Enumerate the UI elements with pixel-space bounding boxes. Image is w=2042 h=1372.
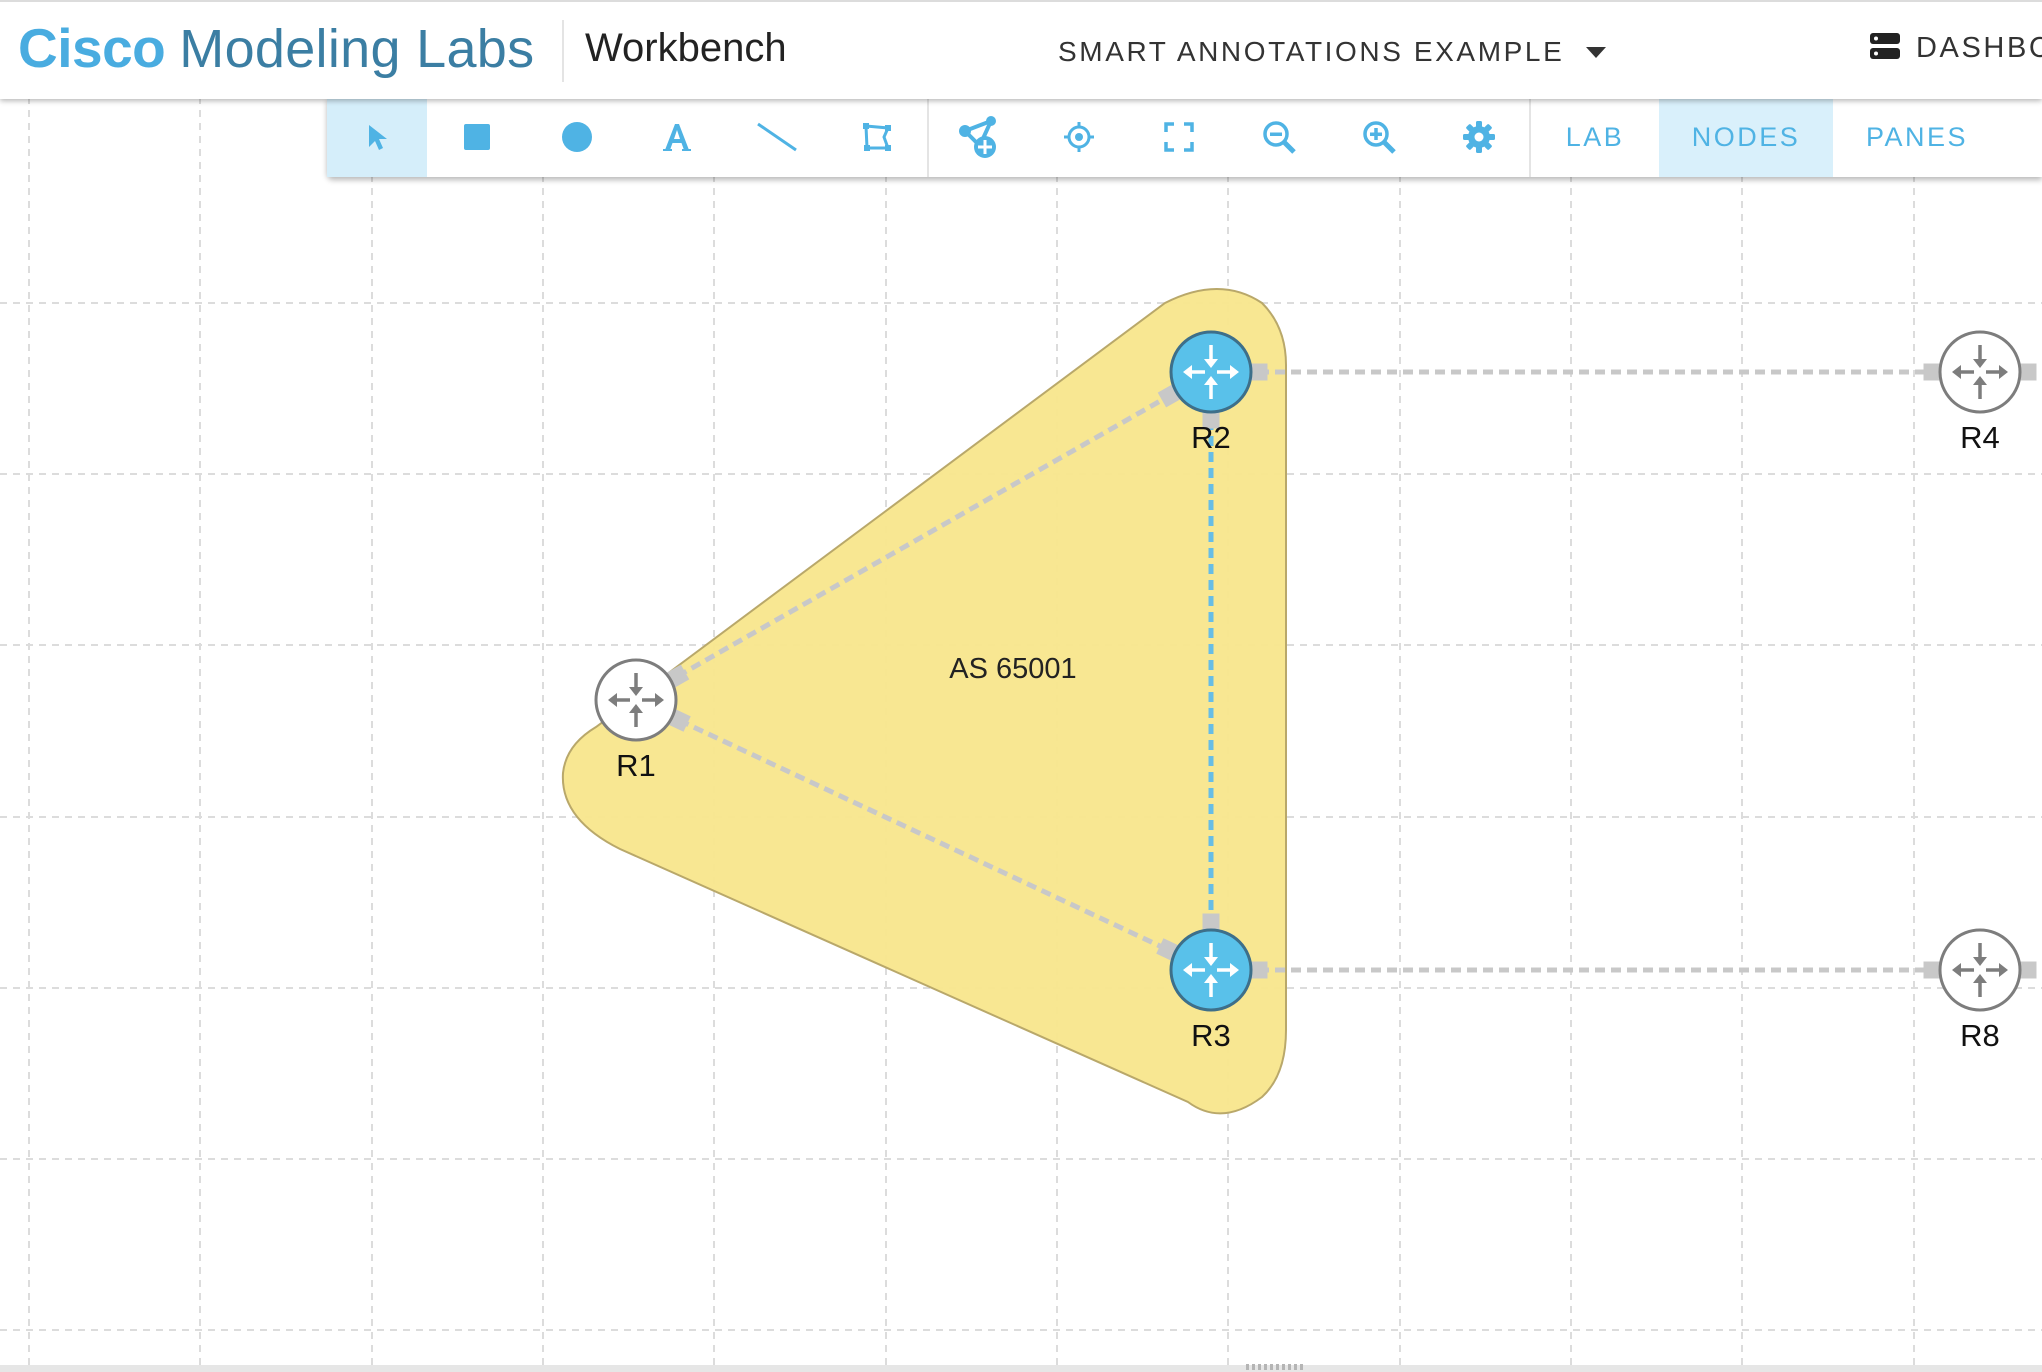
fit-screen-icon (1164, 122, 1194, 152)
link-r3-r8[interactable] (1250, 961, 2037, 979)
interface-marker (2019, 961, 2037, 979)
link-r2-r4[interactable] (1250, 363, 2037, 381)
settings-button[interactable] (1429, 97, 1529, 177)
polygon-icon (863, 123, 891, 151)
header-divider (562, 20, 564, 82)
gear-icon (1463, 121, 1495, 153)
center-view-button[interactable] (1029, 97, 1129, 177)
line-icon (757, 122, 797, 152)
app-header: Cisco Modeling Labs Workbench SMART ANNO… (0, 0, 2042, 99)
lab-title-dropdown[interactable]: SMART ANNOTATIONS EXAMPLE (1058, 36, 1607, 68)
line-tool-button[interactable] (727, 97, 827, 177)
tab-label: PANES (1865, 121, 1969, 152)
circle-icon (562, 122, 592, 152)
select-tool-button[interactable] (327, 97, 427, 177)
tab-label: LAB (1565, 121, 1625, 152)
server-icon (1870, 33, 1900, 64)
bottom-pane-border (0, 1365, 2042, 1372)
interface-marker (1923, 961, 1941, 979)
zoom-out-button[interactable] (1229, 97, 1329, 177)
text-icon (663, 124, 691, 151)
node-label: R1 (616, 748, 656, 783)
node-r4[interactable]: R4 (1938, 330, 2022, 455)
topology-canvas[interactable]: AS 65001 R1 R2 R3 R4 R8 (0, 97, 2042, 1365)
fit-to-screen-button[interactable] (1129, 97, 1229, 177)
node-label: R2 (1191, 420, 1231, 455)
tab-nodes[interactable]: NODES (1659, 97, 1833, 177)
dashboard-label: DASHBC (1916, 32, 2042, 64)
app-logo[interactable]: Cisco Modeling Labs (18, 16, 534, 80)
interface-marker (1250, 961, 1268, 979)
crosshair-icon (1064, 122, 1094, 152)
lab-title: SMART ANNOTATIONS EXAMPLE (1058, 36, 1565, 67)
zoom-out-icon (1263, 121, 1296, 154)
node-label: R4 (1960, 420, 2000, 455)
polygon-tool-button[interactable] (827, 97, 927, 177)
product-name: Modeling Labs (179, 19, 535, 79)
annotation-tools (327, 97, 927, 177)
page-title: Workbench (585, 26, 787, 70)
pointer-icon (369, 125, 387, 150)
text-tool-button[interactable] (627, 97, 727, 177)
ellipse-tool-button[interactable] (527, 97, 627, 177)
node-r8[interactable]: R8 (1938, 928, 2022, 1053)
add-node-icon (959, 116, 996, 158)
view-actions (929, 97, 1529, 177)
brand-name: Cisco (18, 17, 166, 79)
tab-lab[interactable]: LAB (1531, 97, 1659, 177)
interface-marker (1923, 363, 1941, 381)
tab-label: NODES (1691, 121, 1801, 152)
zoom-in-button[interactable] (1329, 97, 1429, 177)
interface-marker (1250, 363, 1268, 381)
tab-panes[interactable]: PANES (1833, 97, 2001, 177)
topology-svg: AS 65001 R1 R2 R3 R4 R8 (0, 97, 2042, 1365)
interface-marker (2019, 363, 2037, 381)
pane-tabs: LAB NODES PANES (1531, 97, 2001, 177)
zoom-in-icon (1363, 121, 1396, 154)
canvas-toolbar: LAB NODES PANES (327, 97, 2042, 177)
rectangle-tool-button[interactable] (427, 97, 527, 177)
square-icon (464, 124, 490, 150)
annotation-label: AS 65001 (949, 653, 1076, 685)
node-label: R8 (1960, 1018, 2000, 1053)
chevron-down-icon (1586, 46, 1607, 58)
dashboard-button[interactable]: DASHBC (1870, 32, 2042, 65)
pane-resize-handle[interactable] (1246, 1364, 1306, 1370)
add-nodes-button[interactable] (929, 97, 1029, 177)
interface-marker (1202, 913, 1220, 931)
node-label: R3 (1191, 1018, 1231, 1053)
